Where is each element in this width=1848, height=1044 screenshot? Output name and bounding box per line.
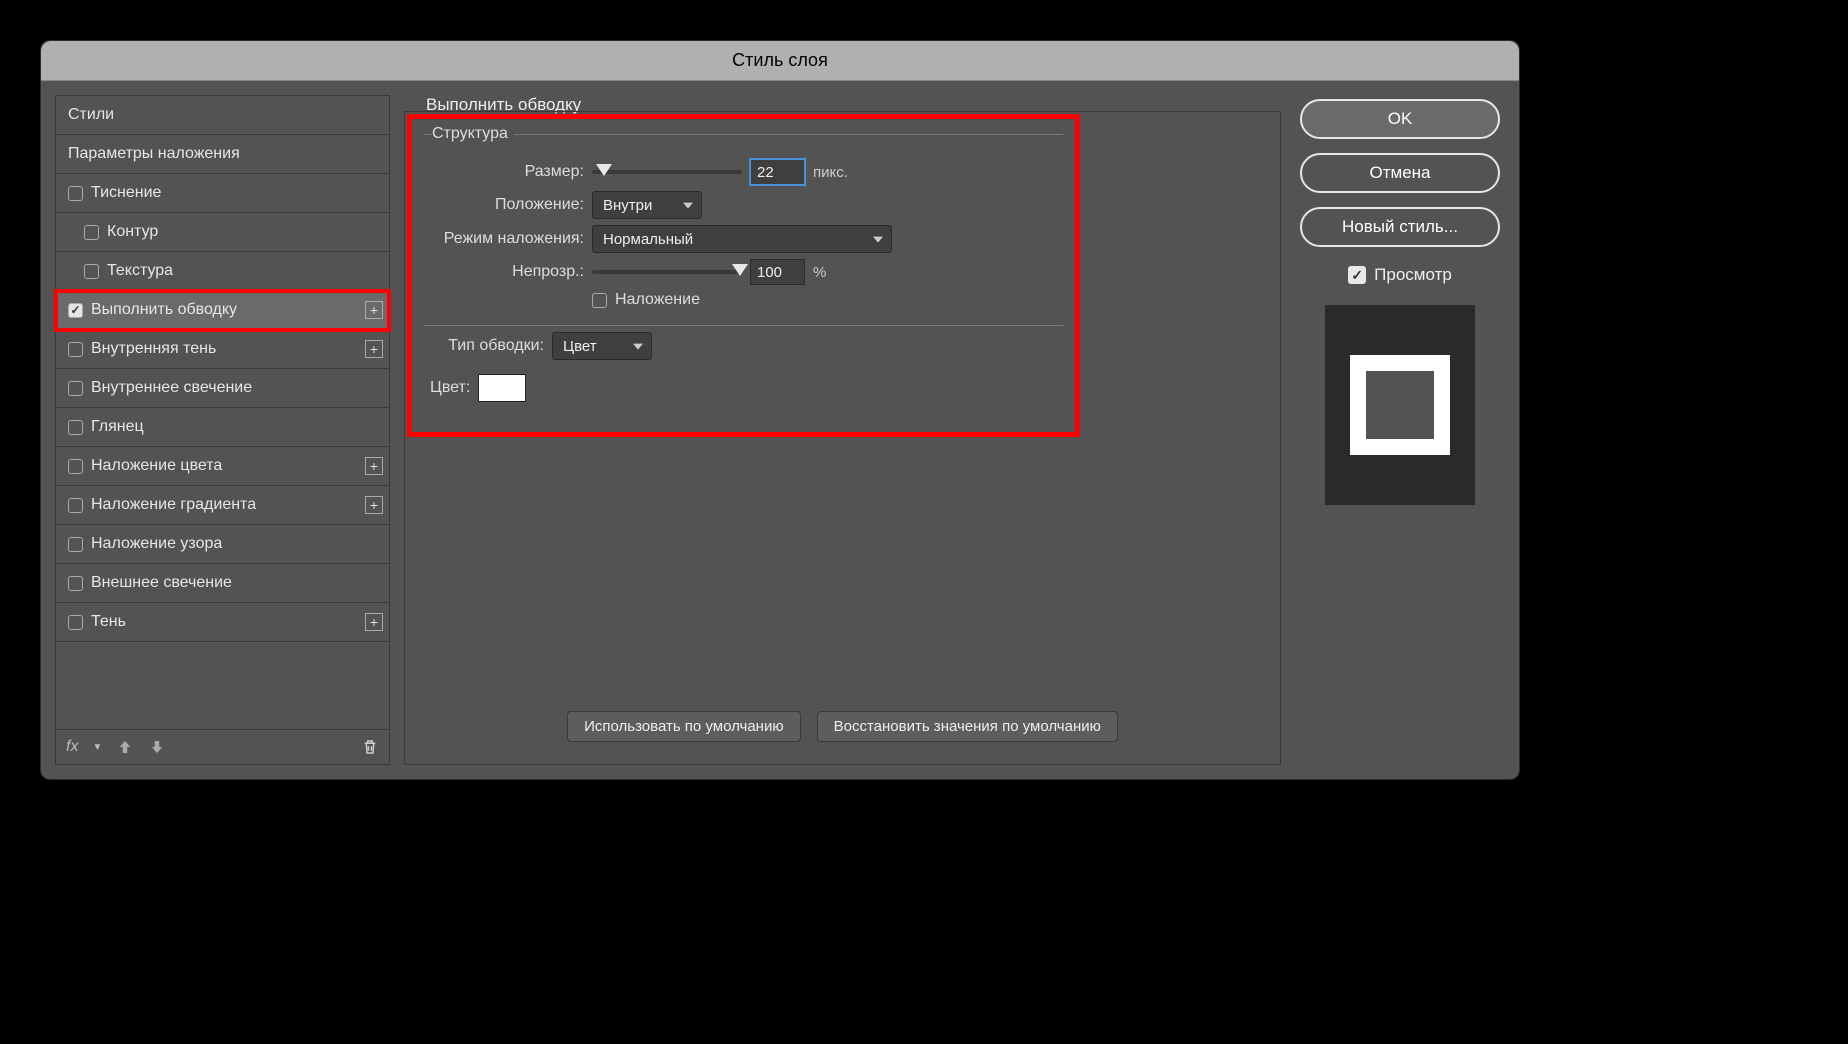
fx-dropdown-icon[interactable]: ▼ [92,742,102,753]
style-item-label: Внутреннее свечение [91,379,252,397]
opacity-label: Непрозр.: [424,263,584,281]
style-item-label: Наложение градиента [91,496,256,514]
preview-checkbox[interactable] [1348,266,1366,284]
style-checkbox[interactable] [84,225,99,240]
overprint-checkbox[interactable] [592,293,607,308]
add-effect-icon[interactable]: + [365,613,383,631]
style-checkbox[interactable] [68,420,83,435]
opacity-unit: % [813,264,826,281]
make-default-button[interactable]: Использовать по умолчанию [567,711,800,742]
style-item-label: Тень [91,613,126,631]
style-item-label: Текстура [107,262,173,280]
style-item-label: Глянец [91,418,144,436]
blendmode-label: Режим наложения: [424,230,584,248]
position-select[interactable]: Внутри [592,191,702,219]
style-item-label: Наложение цвета [91,457,222,475]
size-unit: пикс. [813,164,848,181]
size-input[interactable] [750,159,805,185]
opacity-slider[interactable] [592,270,742,274]
highlighted-settings: Структура Размер: пикс. Положение: Внутр… [407,114,1080,437]
preview-label: Просмотр [1374,265,1452,285]
cancel-button[interactable]: Отмена [1300,153,1500,193]
add-effect-icon[interactable]: + [365,457,383,475]
dialog-buttons: OK Отмена Новый стиль... Просмотр [1295,95,1505,765]
style-checkbox[interactable] [68,576,83,591]
style-item-label: Внешнее свечение [91,574,232,592]
styles-header[interactable]: Стили [56,96,389,135]
color-swatch[interactable] [478,374,526,402]
style-checkbox[interactable] [68,342,83,357]
style-item[interactable]: Глянец [56,408,389,447]
style-checkbox[interactable] [68,381,83,396]
color-label: Цвет: [430,379,470,397]
style-item[interactable]: Тиснение [56,174,389,213]
position-label: Положение: [424,196,584,214]
fx-menu[interactable]: fx [66,738,78,756]
opacity-input[interactable] [750,259,805,285]
style-item[interactable]: Внешнее свечение [56,564,389,603]
arrow-down-icon[interactable] [148,738,166,756]
style-item-label: Выполнить обводку [91,301,237,319]
style-checkbox[interactable] [68,459,83,474]
structure-legend: Структура [432,125,514,143]
blending-options-header[interactable]: Параметры наложения [56,135,389,174]
arrow-up-icon[interactable] [116,738,134,756]
style-item[interactable]: Выполнить обводку + [56,291,389,330]
style-item-label: Тиснение [91,184,161,202]
style-item[interactable]: Внутренняя тень + [56,330,389,369]
size-label: Размер: [424,163,584,181]
style-checkbox[interactable] [68,615,83,630]
new-style-button[interactable]: Новый стиль... [1300,207,1500,247]
add-effect-icon[interactable]: + [365,496,383,514]
ok-button[interactable]: OK [1300,99,1500,139]
layer-style-dialog: Стиль слоя Стили Параметры наложения Тис… [40,40,1520,780]
blendmode-select[interactable]: Нормальный [592,225,892,253]
style-item-label: Контур [107,223,158,241]
size-slider[interactable] [592,170,742,174]
style-item-label: Наложение узора [91,535,222,553]
trash-icon[interactable] [361,738,379,756]
add-effect-icon[interactable]: + [365,340,383,358]
style-checkbox[interactable] [68,303,83,318]
style-item[interactable]: Тень + [56,603,389,642]
style-item[interactable]: Наложение градиента + [56,486,389,525]
add-effect-icon[interactable]: + [365,301,383,319]
style-checkbox[interactable] [68,498,83,513]
reset-to-default-button[interactable]: Восстановить значения по умолчанию [817,711,1118,742]
styles-sidebar: Стили Параметры наложения Тиснение Контур… [55,95,390,765]
options-panel: Выполнить обводку Структура Размер: пикс… [404,95,1281,765]
preview-thumbnail [1325,305,1475,505]
window-title: Стиль слоя [41,41,1519,81]
style-item[interactable]: Текстура [56,252,389,291]
style-item-label: Внутренняя тень [91,340,216,358]
filltype-label: Тип обводки: [424,337,544,355]
filltype-select[interactable]: Цвет [552,332,652,360]
styles-footer: fx ▼ [56,730,389,764]
style-item[interactable]: Контур [56,213,389,252]
style-item[interactable]: Наложение цвета + [56,447,389,486]
overprint-label: Наложение [615,291,700,309]
style-checkbox[interactable] [84,264,99,279]
style-item[interactable]: Наложение узора [56,525,389,564]
style-checkbox[interactable] [68,537,83,552]
style-checkbox[interactable] [68,186,83,201]
style-item[interactable]: Внутреннее свечение [56,369,389,408]
